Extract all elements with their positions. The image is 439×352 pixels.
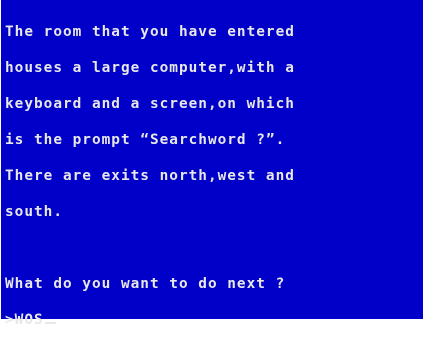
- game-text: The room that you have entered houses a …: [5, 2, 423, 350]
- description-line-6: south.: [5, 204, 63, 220]
- description-line-5: There are exits north,west and: [5, 168, 295, 184]
- description-line-4: is the prompt “Searchword ?”.: [5, 132, 286, 148]
- command-input[interactable]: >WOS: [5, 312, 423, 328]
- input-prompt-symbol: >: [5, 312, 15, 328]
- game-window: The room that you have entered houses a …: [0, 0, 439, 329]
- description-line-1: The room that you have entered: [5, 24, 295, 40]
- question-prompt: What do you want to do next ?: [5, 276, 286, 292]
- text-cursor: [44, 322, 56, 324]
- input-text[interactable]: WOS: [15, 312, 44, 328]
- description-line-3: keyboard and a screen,on which: [5, 96, 295, 112]
- game-screen[interactable]: The room that you have entered houses a …: [1, 0, 423, 327]
- description-line-2: houses a large computer,with a: [5, 60, 295, 76]
